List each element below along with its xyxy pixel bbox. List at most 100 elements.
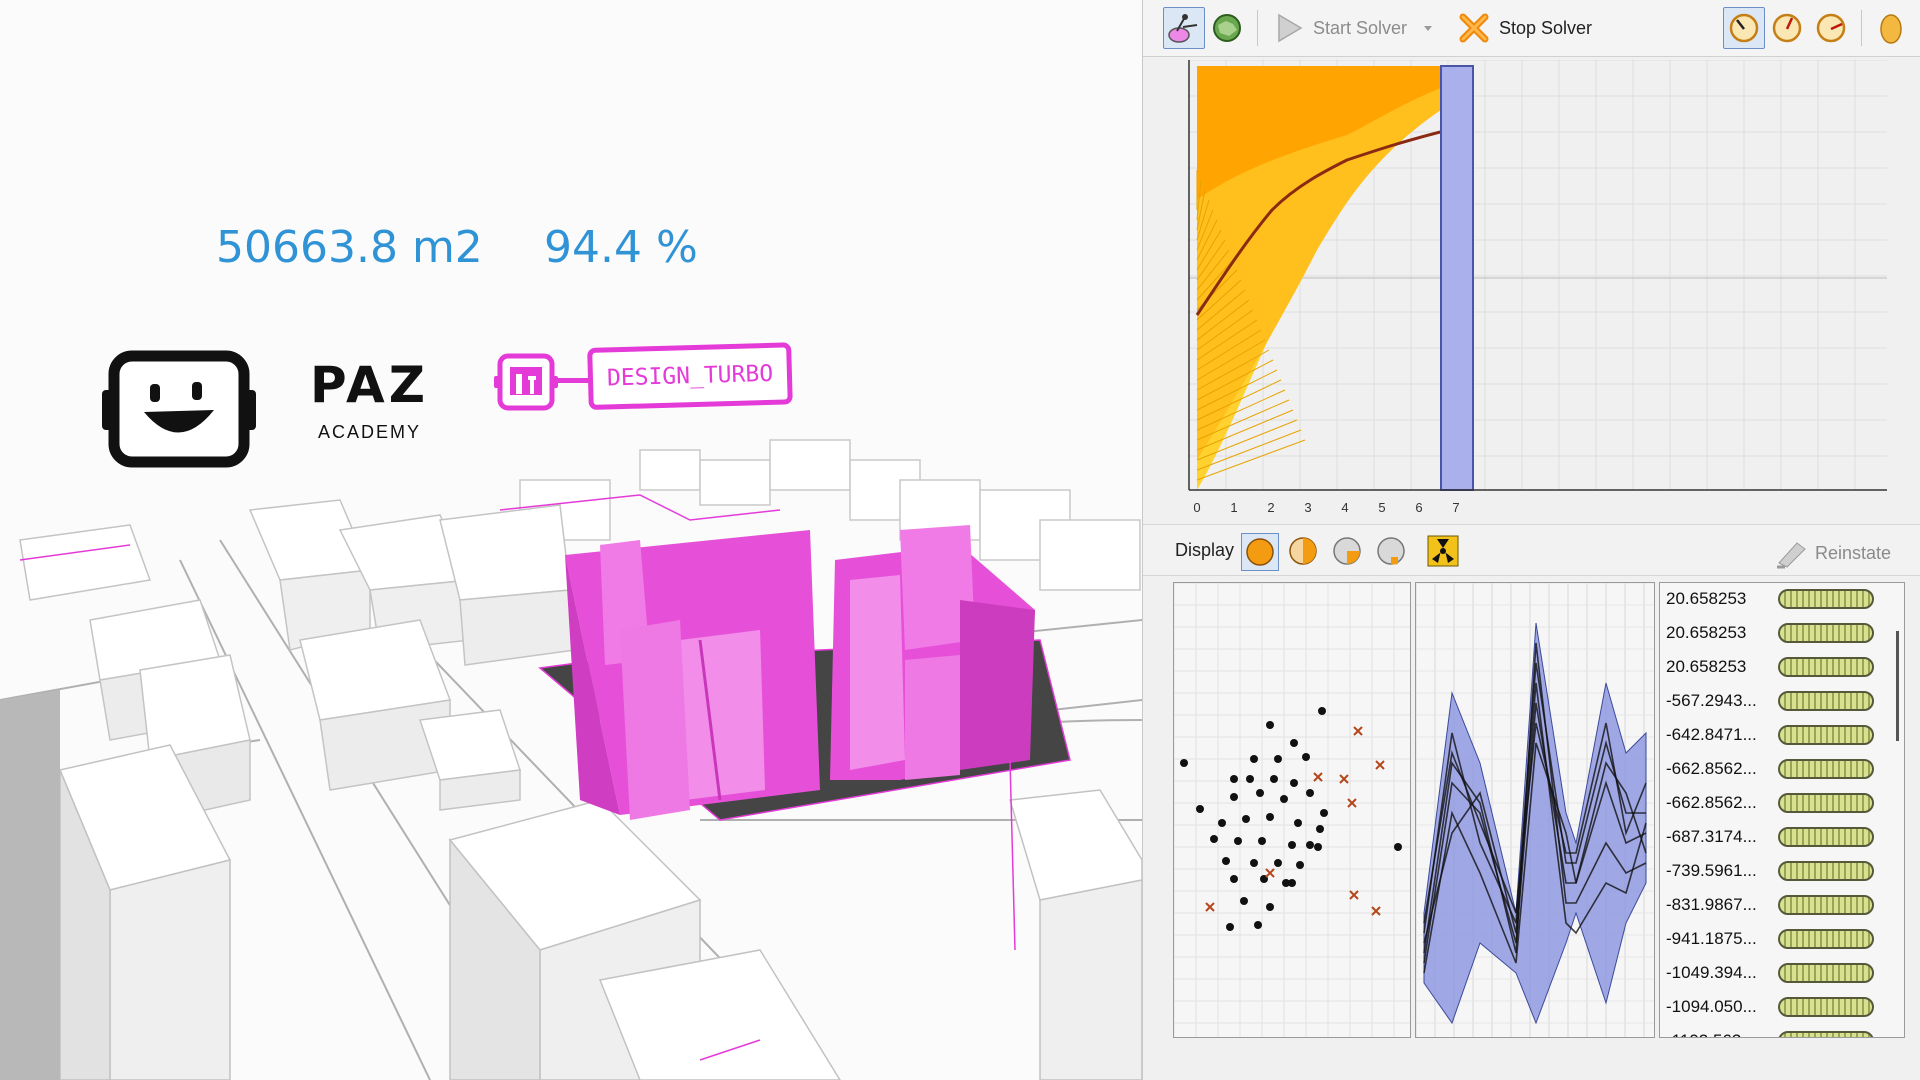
scatter-point [1316,825,1324,833]
speed-medium-button[interactable] [1767,6,1807,50]
scatter-marker-x [1353,726,1363,736]
scatter-point [1296,861,1304,869]
display-quarter-button[interactable] [1329,533,1365,569]
genome-row[interactable]: -739.5961... [1660,855,1904,889]
scatter-point [1266,721,1274,729]
reinstate-icon [1776,542,1806,569]
scatter-point [1274,859,1282,867]
scatter-point [1258,837,1266,845]
genome-row[interactable]: -1049.394... [1660,957,1904,991]
display-half-button[interactable] [1285,533,1321,569]
scatter-point [1230,875,1238,883]
scatter-point [1294,819,1302,827]
scatter-point [1230,775,1238,783]
galapagos-solver-panel: Start Solver Stop Solver 0 1 2 3 4 5 6 7… [1142,0,1920,1080]
genome-row[interactable]: -941.1875... [1660,923,1904,957]
scatter-marker-x [1375,760,1385,770]
scrollbar-thumb[interactable] [1896,631,1899,741]
plugin-label: DESIGN_TURBO [587,342,793,410]
scatter-point [1266,903,1274,911]
smiley-logo-icon [102,350,256,468]
scatter-point [1196,805,1204,813]
x-tick-label: 3 [1304,500,1311,515]
fitness-chart[interactable]: 0 1 2 3 4 5 6 7 [1177,60,1920,520]
speed-slow-button[interactable] [1723,6,1765,50]
egg-icon [1871,8,1911,48]
genome-bar-icon [1778,827,1874,847]
genome-bar-icon [1778,793,1874,813]
similarity-scatter-panel[interactable] [1173,582,1411,1038]
scatter-point [1314,843,1322,851]
scatter-point [1226,923,1234,931]
scatter-point [1274,755,1282,763]
genome-bar-icon [1778,997,1874,1017]
genome-row[interactable]: -567.2943... [1660,685,1904,719]
genome-bar-icon [1778,589,1874,609]
start-solver-button[interactable]: Start Solver [1275,6,1435,50]
genome-row[interactable]: -831.9867... [1660,889,1904,923]
genome-scrollbar[interactable] [1895,591,1901,1031]
egg-button[interactable] [1871,6,1911,50]
genome-row[interactable]: -642.8471... [1660,719,1904,753]
genome-fitness-value: -831.9867... [1666,895,1757,914]
scatter-point [1234,837,1242,845]
display-bar: Display Reinstate [1143,524,1920,576]
scatter-marker-x [1205,902,1215,912]
x-tick-label: 2 [1267,500,1274,515]
galapagos-button[interactable] [1207,6,1247,50]
scatter-marker-x [1349,890,1359,900]
scatter-marker-x [1313,772,1323,782]
speed-fast-button[interactable] [1811,6,1851,50]
scatter-point [1246,775,1254,783]
galapagos-icon [1207,8,1247,48]
genome-row[interactable]: -662.8562... [1660,753,1904,787]
scatter-point [1306,841,1314,849]
genome-fitness-value: -1094.050... [1666,997,1757,1016]
genome-bar-icon [1778,759,1874,779]
radiation-button[interactable] [1425,533,1461,569]
genome-editor-button[interactable] [1163,6,1205,50]
genome-bar-icon [1778,963,1874,983]
x-tick-label: 0 [1193,500,1200,515]
dropdown-icon[interactable] [1421,21,1435,35]
genome-row[interactable]: 20.658253 [1660,617,1904,651]
genome-bar-icon [1778,657,1874,677]
scatter-point [1240,897,1248,905]
genome-row[interactable]: -1102.563... [1660,1025,1904,1037]
genome-fitness-list[interactable]: 20.658253 20.658253 20.658253 -567.2943... -… [1659,582,1905,1038]
toolbar-separator [1257,10,1258,46]
selected-generation-bar[interactable] [1440,65,1474,491]
gauge-fast-icon [1811,8,1851,48]
scatter-marker-x [1339,774,1349,784]
scatter-point [1180,759,1188,767]
genome-bar-icon [1778,623,1874,643]
x-tick-label: 4 [1341,500,1348,515]
parallel-genome-panel[interactable] [1415,582,1655,1038]
scatter-point [1302,753,1310,761]
scatter-grid [1173,582,1410,1037]
scatter-point [1230,793,1238,801]
genome-row[interactable]: -1094.050... [1660,991,1904,1025]
brand-name: PAZ [310,356,430,414]
stop-solver-button[interactable]: Stop Solver [1457,6,1592,50]
display-full-button[interactable] [1241,533,1279,571]
genome-row[interactable]: -687.3174... [1660,821,1904,855]
scatter-plot [1173,582,1410,1037]
genome-fitness-value: -567.2943... [1666,691,1757,710]
scatter-point [1290,779,1298,787]
reinstate-label: Reinstate [1814,542,1891,563]
genome-row[interactable]: 20.658253 [1660,651,1904,685]
area-metric: 50663.8 m2 [216,222,483,273]
genome-row[interactable]: -662.8562... [1660,787,1904,821]
display-small-button[interactable] [1373,533,1409,569]
rhino-viewport[interactable]: 50663.8 m2 94.4 % PAZ ACADEMY DESIGN_TUR… [0,0,1142,1080]
gray-block [0,690,60,1080]
scatter-point [1394,843,1402,851]
genome-fitness-value: -1049.394... [1666,963,1757,982]
display-ball-full-icon [1246,538,1274,566]
scatter-point [1210,835,1218,843]
reinstate-button[interactable]: Reinstate [1775,537,1891,569]
scatter-point [1250,859,1258,867]
scatter-point [1222,857,1230,865]
genome-row[interactable]: 20.658253 [1660,583,1904,617]
